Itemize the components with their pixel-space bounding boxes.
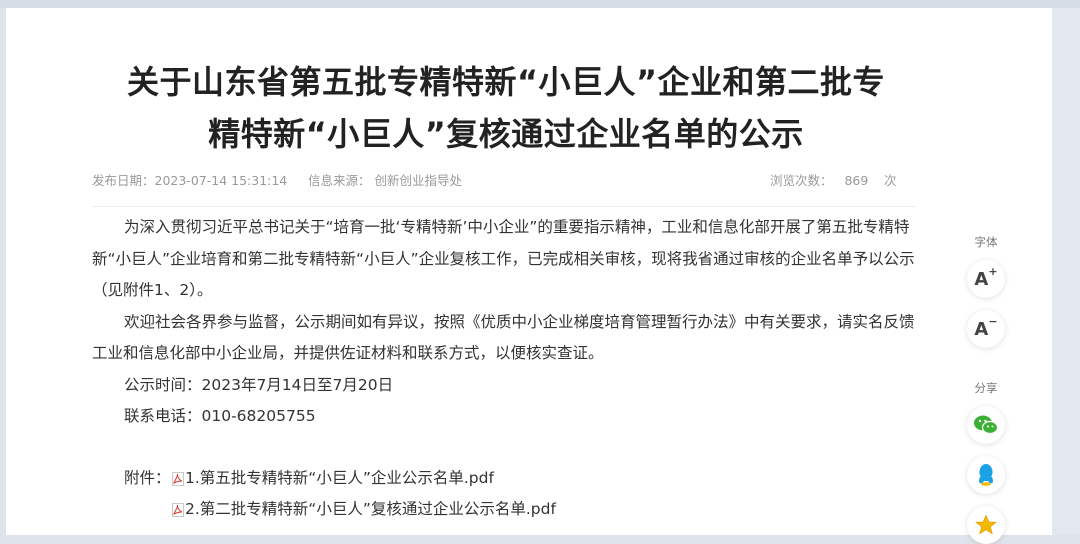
article-title-line1: 关于山东省第五批专精特新“小巨人”企业和第二批专	[126, 63, 886, 101]
article-title-line2: 精特新“小巨人”复核通过企业名单的公示	[208, 115, 804, 153]
attachment-link-2[interactable]: 2.第二批专精特新“小巨人”复核通过企业公示名单.pdf	[172, 494, 556, 525]
top-band	[0, 0, 1080, 8]
views-count: 869	[844, 173, 869, 188]
favorite-button[interactable]	[967, 506, 1005, 544]
contact-phone: 联系电话：010-68205755	[124, 407, 316, 425]
views-label: 浏览次数： 869	[770, 170, 868, 189]
article-meta: 发布日期：2023-07-14 15:31:14 信息来源： 创新创业指导处 浏…	[92, 170, 912, 190]
font-increase-button[interactable]: A+	[967, 260, 1005, 298]
share-qq-button[interactable]	[967, 456, 1005, 494]
wechat-icon	[974, 415, 999, 435]
publicity-period: 公示时间：2023年7月14日至7月20日	[124, 375, 394, 394]
attachment-name-1[interactable]: 1.第五批专精特新“小巨人”企业公示名单.pdf	[185, 469, 494, 487]
article-title: 关于山东省第五批专精特新“小巨人”企业和第二批专 精特新“小巨人”复核通过企业名…	[66, 56, 946, 160]
side-toolbar: 字体 A+ A− 分享	[958, 230, 1014, 544]
paragraph-1: 为深入贯彻习近平总书记关于“培育一批‘专精特新’中小企业”的重要指示精神，工业和…	[92, 218, 915, 299]
attachment-link-1[interactable]: 1.第五批专精特新“小巨人”企业公示名单.pdf	[172, 463, 494, 494]
meta-divider	[92, 206, 916, 207]
article-page: 关于山东省第五批专精特新“小巨人”企业和第二批专 精特新“小巨人”复核通过企业名…	[6, 8, 1052, 544]
share-label: 分享	[974, 381, 998, 395]
article-body: 为深入贯彻习近平总书记关于“培育一批‘专精特新’中小企业”的重要指示精神，工业和…	[92, 212, 922, 433]
font-decrease-button[interactable]: A−	[967, 310, 1005, 348]
favorite-star-icon	[975, 514, 997, 535]
attachments-label: 附件：	[124, 469, 171, 487]
pdf-icon	[172, 466, 184, 486]
paragraph-2: 欢迎社会各界参与监督，公示期间如有异议，按照《优质中小企业梯度培育管理暂行办法》…	[92, 312, 915, 363]
pdf-icon	[172, 497, 184, 517]
qq-icon	[979, 464, 993, 486]
views-unit: 次	[884, 173, 897, 188]
attachment-name-2[interactable]: 2.第二批专精特新“小巨人”复核通过企业公示名单.pdf	[185, 500, 556, 518]
font-label: 字体	[974, 235, 998, 249]
info-source: 信息来源： 创新创业指导处	[308, 173, 462, 188]
publish-date: 发布日期：2023-07-14 15:31:14	[92, 173, 288, 188]
share-wechat-button[interactable]	[967, 406, 1005, 444]
font-increase-icon: A+	[974, 265, 998, 290]
font-decrease-icon: A−	[974, 315, 998, 340]
right-background-strip	[1052, 8, 1080, 535]
views-label-text: 浏览次数：	[770, 173, 833, 188]
